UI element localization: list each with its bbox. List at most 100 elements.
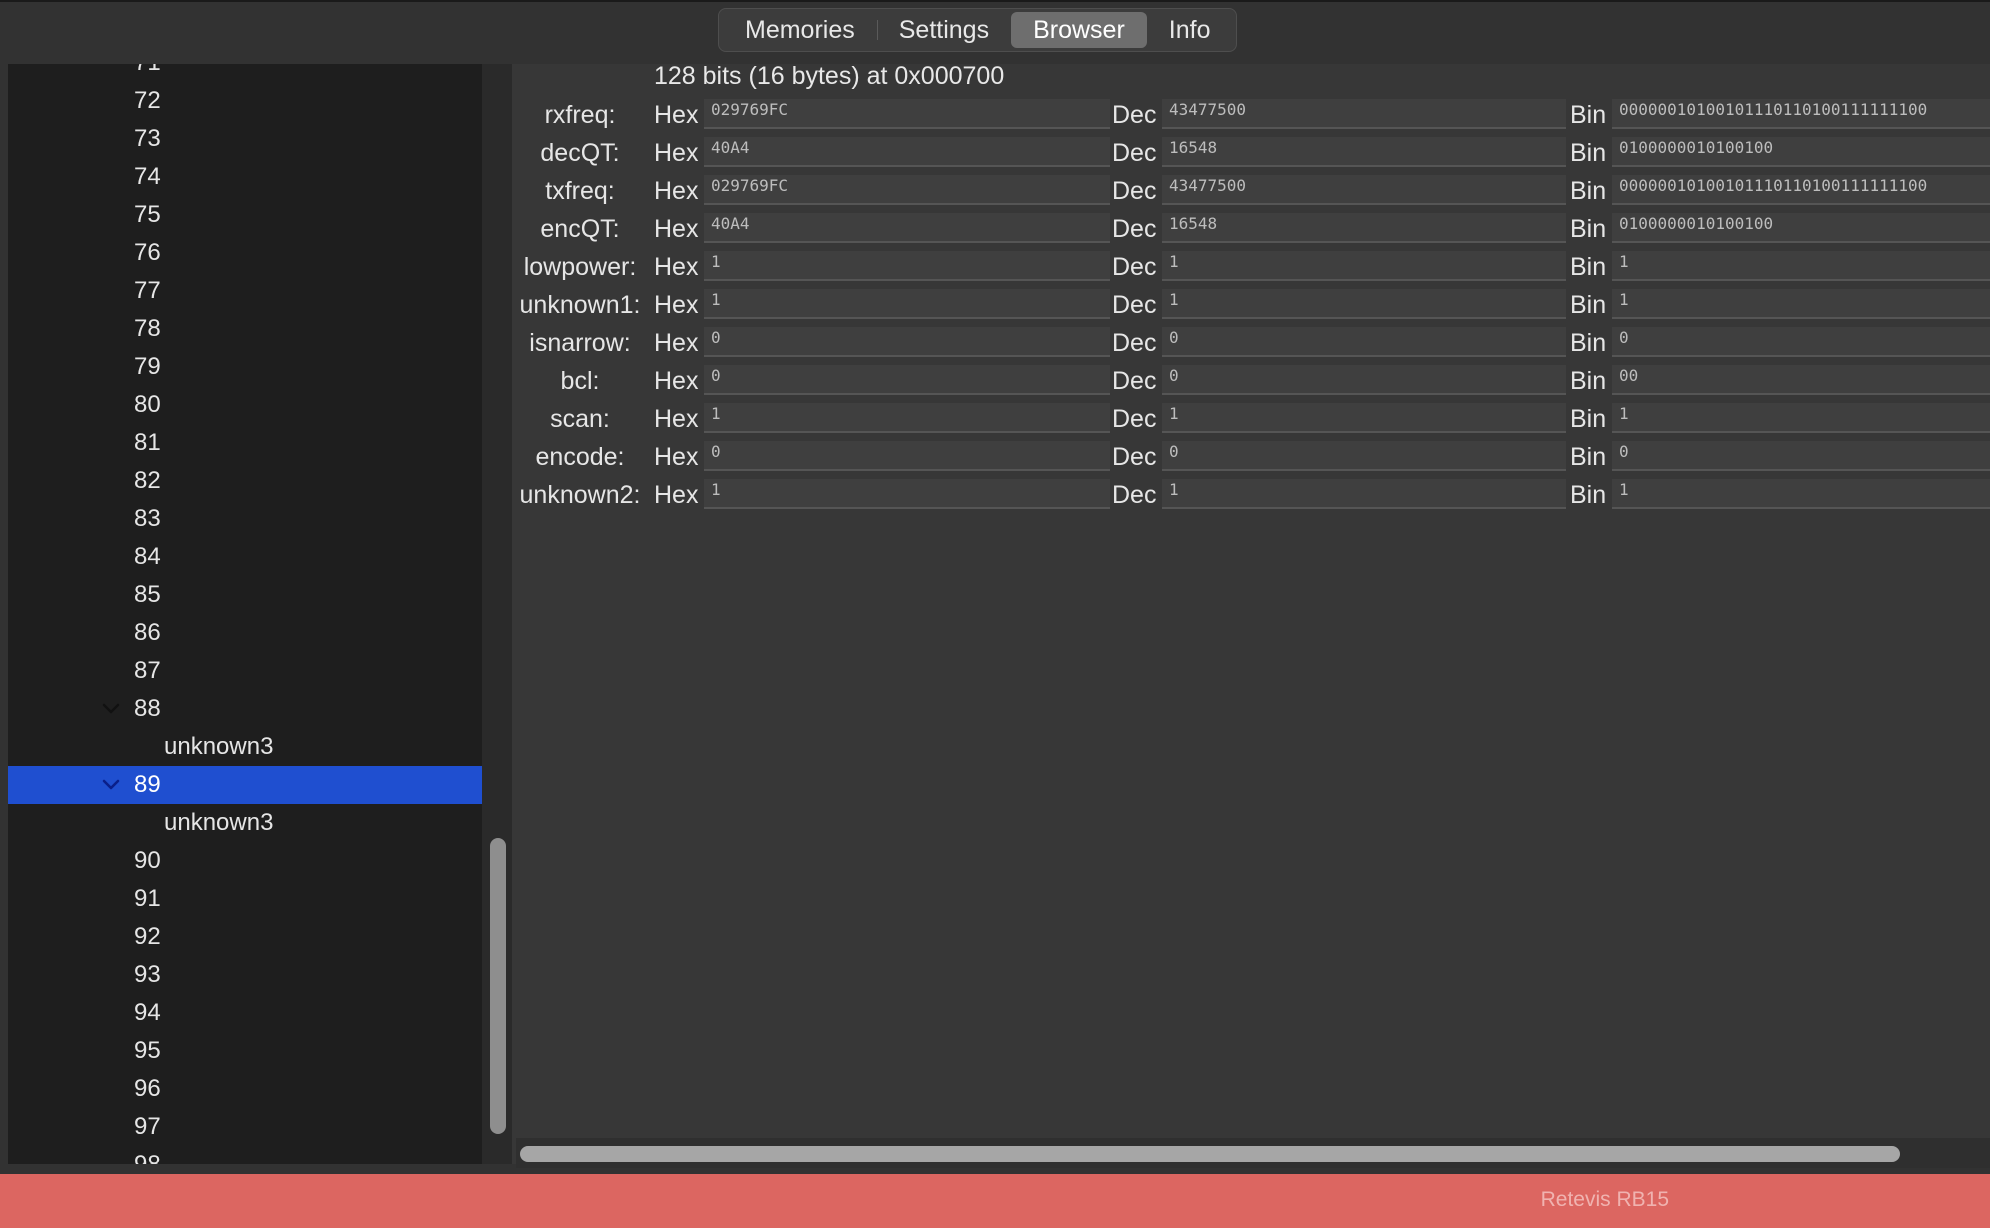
- dec-value-field[interactable]: 1: [1162, 403, 1566, 433]
- tree-item[interactable]: 88: [8, 690, 482, 728]
- dec-value-field[interactable]: 1: [1162, 289, 1566, 319]
- tree-item[interactable]: 93: [8, 956, 482, 994]
- tree-item-label: 77: [134, 277, 161, 304]
- tree-item[interactable]: 85: [8, 576, 482, 614]
- bin-value-field[interactable]: 1: [1612, 479, 1990, 509]
- tree-item[interactable]: 87: [8, 652, 482, 690]
- tree-item[interactable]: 82: [8, 462, 482, 500]
- tab-settings[interactable]: Settings: [876, 12, 1011, 48]
- hex-value-field[interactable]: 40A4: [704, 137, 1110, 167]
- hex-value-field[interactable]: 029769FC: [704, 99, 1110, 129]
- hex-label: Hex: [654, 177, 699, 205]
- tree-item[interactable]: 86: [8, 614, 482, 652]
- tree-item-label: 91: [134, 885, 161, 912]
- field-name-label: unknown2:: [519, 481, 641, 509]
- tree-item-label: 83: [134, 505, 161, 532]
- bin-value-field[interactable]: 0100000010100100: [1612, 137, 1990, 167]
- dec-label: Dec: [1112, 139, 1157, 167]
- bin-label: Bin: [1570, 367, 1607, 395]
- hex-value-field[interactable]: 40A4: [704, 213, 1110, 243]
- hex-value-field[interactable]: 0: [704, 327, 1110, 357]
- horizontal-scrollbar-thumb[interactable]: [520, 1146, 1900, 1162]
- hex-label: Hex: [654, 139, 699, 167]
- tree-item[interactable]: 84: [8, 538, 482, 576]
- tree-item-label: 87: [134, 657, 161, 684]
- tree-item[interactable]: unknown3: [8, 804, 482, 842]
- tab-bar: Memories Settings Browser Info: [718, 8, 1238, 52]
- tree-item[interactable]: 78: [8, 310, 482, 348]
- hex-value-field[interactable]: 0: [704, 365, 1110, 395]
- field-name-label: encode:: [535, 443, 625, 471]
- dec-value-field[interactable]: 1: [1162, 251, 1566, 281]
- tree-item-label: 85: [134, 581, 161, 608]
- tree-item[interactable]: 83: [8, 500, 482, 538]
- tree-item[interactable]: 73: [8, 120, 482, 158]
- hex-label: Hex: [654, 215, 699, 243]
- tree-item[interactable]: 75: [8, 196, 482, 234]
- bin-value-field[interactable]: 0: [1612, 441, 1990, 471]
- tree-item[interactable]: 94: [8, 994, 482, 1032]
- tree-scrollbar-thumb[interactable]: [490, 838, 506, 1134]
- chevron-down-icon[interactable]: [100, 690, 122, 728]
- tree-item-label: 96: [134, 1075, 161, 1102]
- dec-value-field[interactable]: 0: [1162, 327, 1566, 357]
- hex-value-field[interactable]: 1: [704, 289, 1110, 319]
- bin-label: Bin: [1570, 215, 1607, 243]
- tree-item[interactable]: 77: [8, 272, 482, 310]
- tree-item[interactable]: 90: [8, 842, 482, 880]
- tree-item[interactable]: 71: [8, 64, 482, 82]
- dec-value-field[interactable]: 16548: [1162, 137, 1566, 167]
- chevron-down-icon[interactable]: [100, 766, 122, 804]
- bin-value-field[interactable]: 1: [1612, 251, 1990, 281]
- bin-value-field[interactable]: 0100000010100100: [1612, 213, 1990, 243]
- tab-memories[interactable]: Memories: [723, 12, 877, 48]
- tree-item[interactable]: 91: [8, 880, 482, 918]
- tree-item[interactable]: 97: [8, 1108, 482, 1146]
- hex-value-field[interactable]: 1: [704, 403, 1110, 433]
- tree-item[interactable]: 81: [8, 424, 482, 462]
- tree-item[interactable]: 98: [8, 1146, 482, 1164]
- tree-item-label: 95: [134, 1037, 161, 1064]
- tree-item[interactable]: 74: [8, 158, 482, 196]
- memory-tree[interactable]: 717273747576777879808182838485868788unkn…: [8, 64, 482, 1164]
- dec-value-field[interactable]: 0: [1162, 441, 1566, 471]
- tree-item-label: 72: [134, 87, 161, 114]
- tab-browser[interactable]: Browser: [1011, 12, 1147, 48]
- bin-value-field[interactable]: 1: [1612, 289, 1990, 319]
- hex-value-field[interactable]: 0: [704, 441, 1110, 471]
- field-name-label: encQT:: [540, 215, 620, 243]
- bin-value-field[interactable]: 00000010100101110110100111111100: [1612, 99, 1990, 129]
- tree-item[interactable]: 76: [8, 234, 482, 272]
- bin-value-field[interactable]: 0: [1612, 327, 1990, 357]
- tree-item[interactable]: 92: [8, 918, 482, 956]
- dec-value-field[interactable]: 0: [1162, 365, 1566, 395]
- bin-value-field[interactable]: 00: [1612, 365, 1990, 395]
- dec-label: Dec: [1112, 177, 1157, 205]
- tree-item[interactable]: 96: [8, 1070, 482, 1108]
- dec-value-field[interactable]: 43477500: [1162, 175, 1566, 205]
- tree-item[interactable]: 79: [8, 348, 482, 386]
- dec-value-field[interactable]: 1: [1162, 479, 1566, 509]
- bin-value-field[interactable]: 00000010100101110110100111111100: [1612, 175, 1990, 205]
- hex-value-field[interactable]: 1: [704, 479, 1110, 509]
- tree-item[interactable]: 89: [8, 766, 482, 804]
- tree-item[interactable]: unknown3: [8, 728, 482, 766]
- tree-item-label: 94: [134, 999, 161, 1026]
- dec-value-field[interactable]: 16548: [1162, 213, 1566, 243]
- bin-value-field[interactable]: 1: [1612, 403, 1990, 433]
- field-name-label: isnarrow:: [529, 329, 631, 357]
- tree-item[interactable]: 95: [8, 1032, 482, 1070]
- tree-item[interactable]: 72: [8, 82, 482, 120]
- tab-info[interactable]: Info: [1147, 12, 1233, 48]
- dec-value-field[interactable]: 43477500: [1162, 99, 1566, 129]
- hex-label: Hex: [654, 253, 699, 281]
- hex-value-field[interactable]: 029769FC: [704, 175, 1110, 205]
- tree-item[interactable]: 80: [8, 386, 482, 424]
- field-name-label: scan:: [550, 405, 610, 433]
- tree-item-label: unknown3: [164, 809, 274, 836]
- field-name-label: bcl:: [560, 367, 600, 395]
- dec-label: Dec: [1112, 405, 1157, 433]
- tree-item-label: 86: [134, 619, 161, 646]
- hex-value-field[interactable]: 1: [704, 251, 1110, 281]
- status-radio-model: Retevis RB15: [1540, 1188, 1669, 1211]
